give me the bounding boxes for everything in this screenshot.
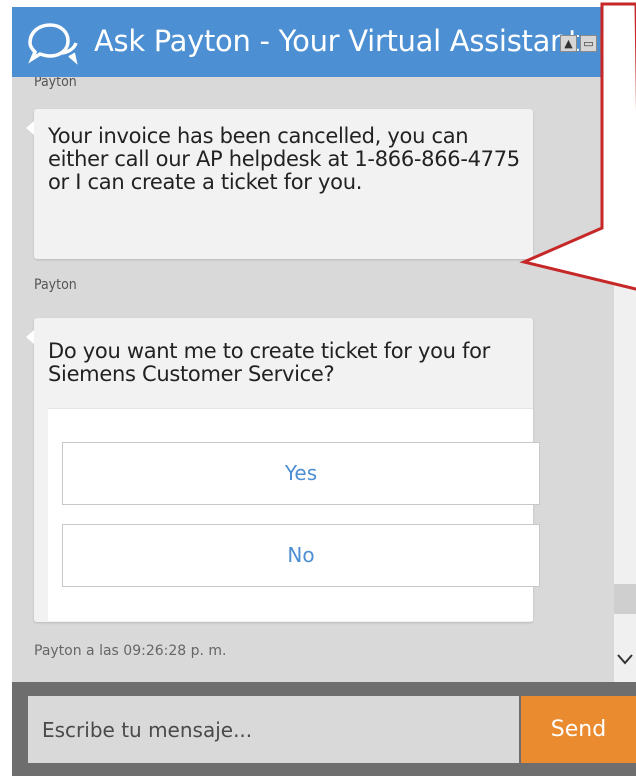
message-text: Do you want me to create ticket for you …: [48, 339, 491, 386]
sender-label: Payton: [34, 77, 77, 90]
chat-window: Ask Payton - Your Virtual Assistant ▲ ▭ …: [0, 0, 636, 776]
message-bubble: Do you want me to create ticket for you …: [26, 318, 540, 622]
close-button[interactable]: ×: [600, 35, 617, 52]
minimize-button[interactable]: ▲: [560, 35, 577, 52]
message-timestamp: Payton a las 09:26:28 p. m.: [34, 643, 227, 659]
yes-button[interactable]: Yes: [62, 442, 540, 505]
message-input-bar: Send: [12, 682, 636, 776]
message-input[interactable]: [28, 696, 519, 763]
send-button[interactable]: Send: [521, 696, 636, 763]
chat-scrollbar[interactable]: [614, 102, 636, 682]
message-text: Your invoice has been cancelled, you can…: [48, 124, 520, 194]
window-title: Ask Payton - Your Virtual Assistant: [94, 24, 580, 58]
chat-log: Payton Your invoice has been cancelled, …: [12, 77, 614, 682]
sender-label: Payton: [34, 277, 77, 293]
chevron-up-icon[interactable]: [614, 102, 636, 132]
scrollbar-thumb[interactable]: [614, 584, 636, 614]
chevron-down-icon[interactable]: [614, 644, 636, 674]
quick-reply-panel: Yes No: [48, 408, 540, 621]
chat-bubbles-icon: [28, 23, 78, 65]
message-bubble: Your invoice has been cancelled, you can…: [26, 109, 533, 259]
no-button[interactable]: No: [62, 524, 540, 587]
chat-header: Ask Payton - Your Virtual Assistant ▲ ▭ …: [12, 7, 636, 77]
maximize-button[interactable]: ▭: [580, 35, 597, 52]
